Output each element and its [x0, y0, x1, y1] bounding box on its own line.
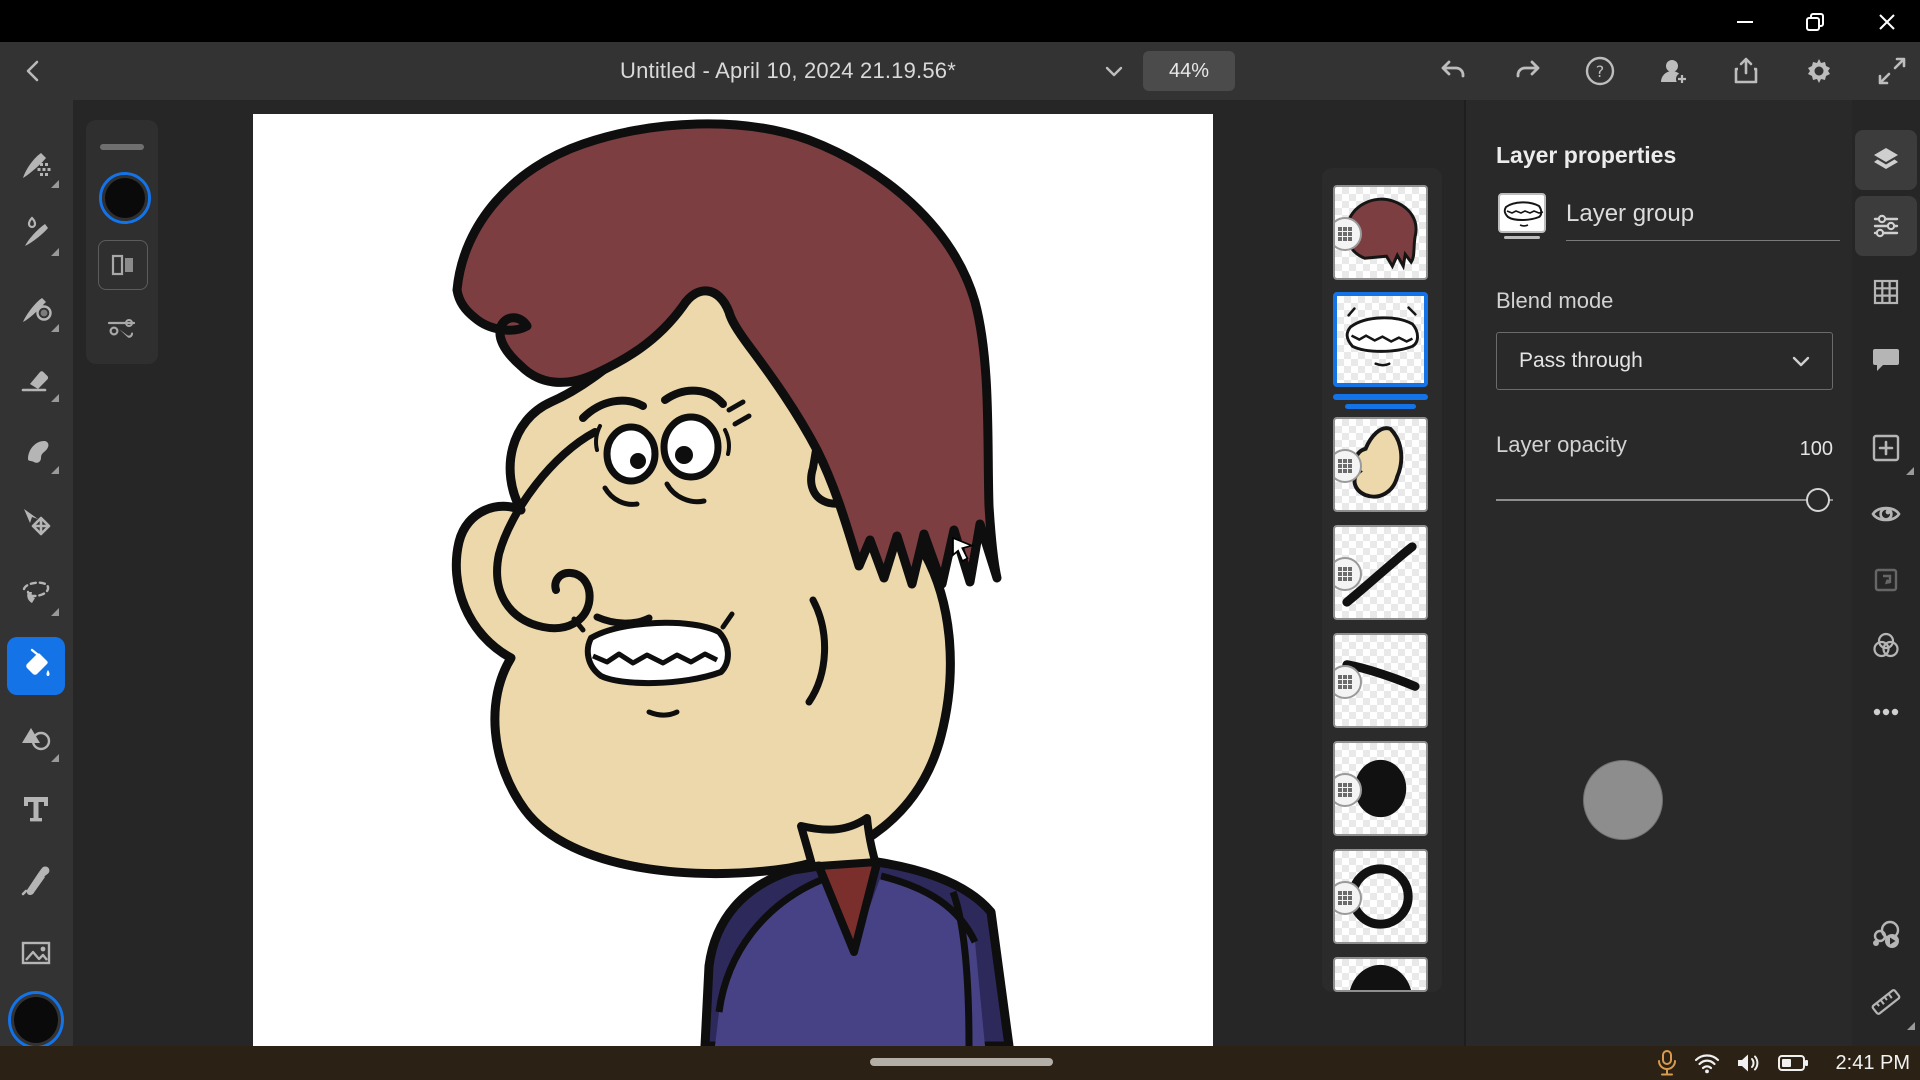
touch-shortcut-puck[interactable]	[1583, 760, 1663, 840]
place-image-tool[interactable]	[7, 924, 65, 982]
layer-thumbnail-face[interactable]	[1333, 417, 1428, 512]
tool-flyout-indicator	[51, 466, 59, 474]
panel-heading: Layer properties	[1496, 142, 1676, 169]
drawing-canvas[interactable]	[253, 114, 1213, 1046]
text-tool[interactable]	[7, 780, 65, 838]
move-tool[interactable]	[7, 494, 65, 552]
visibility-button[interactable]	[1855, 484, 1917, 544]
eyedropper-tool[interactable]	[7, 852, 65, 910]
add-layer-button[interactable]	[1855, 418, 1917, 478]
document-title[interactable]: Untitled - April 10, 2024 21.19.56*	[620, 42, 956, 100]
layer-thumbnail-partial[interactable]	[1333, 957, 1428, 992]
button-flyout-indicator	[1907, 1022, 1915, 1030]
fill-color-swatch[interactable]	[99, 172, 151, 224]
lasso-select-tool[interactable]	[7, 564, 65, 622]
ruler-button[interactable]	[1855, 972, 1917, 1032]
tool-flyout-indicator	[51, 180, 59, 188]
mixer-brush-tool[interactable]	[7, 280, 65, 338]
foreground-color-swatch[interactable]	[8, 992, 64, 1048]
window-minimize-button[interactable]	[1722, 4, 1768, 40]
layer-name-field[interactable]: Layer group	[1566, 200, 1840, 241]
tool-flyout-indicator	[51, 248, 59, 256]
pixel-brush-tool[interactable]	[7, 136, 65, 194]
tool-flyout-indicator	[51, 754, 59, 762]
back-button[interactable]	[12, 49, 56, 93]
layers-panel	[1322, 168, 1442, 992]
undo-button[interactable]	[1432, 49, 1476, 93]
redo-button[interactable]	[1505, 49, 1549, 93]
zoom-level-badge[interactable]: 44%	[1143, 51, 1235, 91]
comments-button[interactable]	[1855, 328, 1917, 388]
add-account-button[interactable]	[1651, 49, 1695, 93]
layer-thumbnail-blob[interactable]	[1333, 741, 1428, 836]
system-taskbar: 2:41 PM	[0, 1046, 1920, 1080]
color-adjust-button[interactable]	[1855, 616, 1917, 676]
reference-panel-button[interactable]	[98, 240, 148, 290]
panel-drag-handle[interactable]	[100, 144, 144, 150]
blend-mode-label: Blend mode	[1496, 288, 1613, 314]
volume-icon[interactable]	[1736, 1052, 1762, 1074]
help-button[interactable]: ?	[1578, 49, 1622, 93]
grid-snap-button[interactable]	[1855, 262, 1917, 322]
tool-options-panel	[86, 120, 158, 364]
layer-thumbnail-stroke1[interactable]	[1333, 525, 1428, 620]
window-restore-button[interactable]	[1792, 4, 1838, 40]
transform-button[interactable]	[1855, 550, 1917, 610]
tool-sidebar	[0, 100, 73, 1046]
share-button[interactable]	[1724, 49, 1768, 93]
taskbar-gesture-handle[interactable]	[870, 1058, 1053, 1066]
shapes-tool[interactable]	[7, 710, 65, 768]
slider-track[interactable]	[1496, 499, 1833, 501]
layer-thumbnail-hair[interactable]	[1333, 185, 1428, 280]
tool-flyout-indicator	[51, 324, 59, 332]
layer-thumbnail-circle[interactable]	[1333, 849, 1428, 944]
wifi-icon[interactable]	[1694, 1052, 1720, 1074]
layer-properties-panel: Layer properties Layer group Blend mode …	[1464, 100, 1852, 1046]
live-brush-tool[interactable]	[7, 204, 65, 262]
app-titlebar: Untitled - April 10, 2024 21.19.56* 44% …	[0, 42, 1920, 100]
tool-flyout-indicator	[51, 394, 59, 402]
right-taskbar	[1852, 100, 1920, 1046]
smudge-tool[interactable]	[7, 422, 65, 480]
layer-opacity-slider[interactable]	[1496, 488, 1833, 512]
window-close-button[interactable]	[1864, 4, 1910, 40]
battery-icon[interactable]	[1778, 1054, 1808, 1072]
fill-tool[interactable]	[7, 637, 65, 695]
blend-mode-value: Pass through	[1519, 349, 1643, 373]
layer-group-indicator-line	[1333, 394, 1428, 400]
layer-properties-button[interactable]	[1855, 196, 1917, 256]
layer-thumbnail-stroke2[interactable]	[1333, 633, 1428, 728]
fullscreen-button[interactable]	[1870, 49, 1914, 93]
canvas-artwork	[253, 114, 1213, 1046]
layer-group-indicator-line	[1345, 404, 1416, 409]
title-menu-chevron-icon[interactable]	[1092, 49, 1136, 93]
os-title-strip	[0, 0, 1920, 42]
tool-flyout-indicator	[51, 608, 59, 616]
blend-mode-dropdown[interactable]: Pass through	[1496, 332, 1833, 390]
chevron-down-icon	[1788, 348, 1814, 374]
microphone-icon[interactable]	[1656, 1050, 1678, 1076]
button-flyout-indicator	[1906, 467, 1914, 475]
svg-text:?: ?	[1596, 62, 1605, 81]
layers-panel-button[interactable]	[1855, 130, 1917, 190]
slider-knob[interactable]	[1806, 488, 1830, 512]
motion-button[interactable]	[1855, 904, 1917, 964]
fill-settings-button[interactable]	[98, 302, 146, 350]
layer-group-thumbnail[interactable]	[1496, 192, 1550, 242]
eraser-tool[interactable]	[7, 350, 65, 408]
clock[interactable]: 2:41 PM	[1824, 1052, 1910, 1075]
more-options-button[interactable]	[1855, 682, 1917, 742]
layer-thumbnail-mouth-selected[interactable]	[1333, 292, 1428, 387]
layer-opacity-value: 100	[1496, 438, 1833, 461]
settings-gear-button[interactable]	[1797, 49, 1841, 93]
